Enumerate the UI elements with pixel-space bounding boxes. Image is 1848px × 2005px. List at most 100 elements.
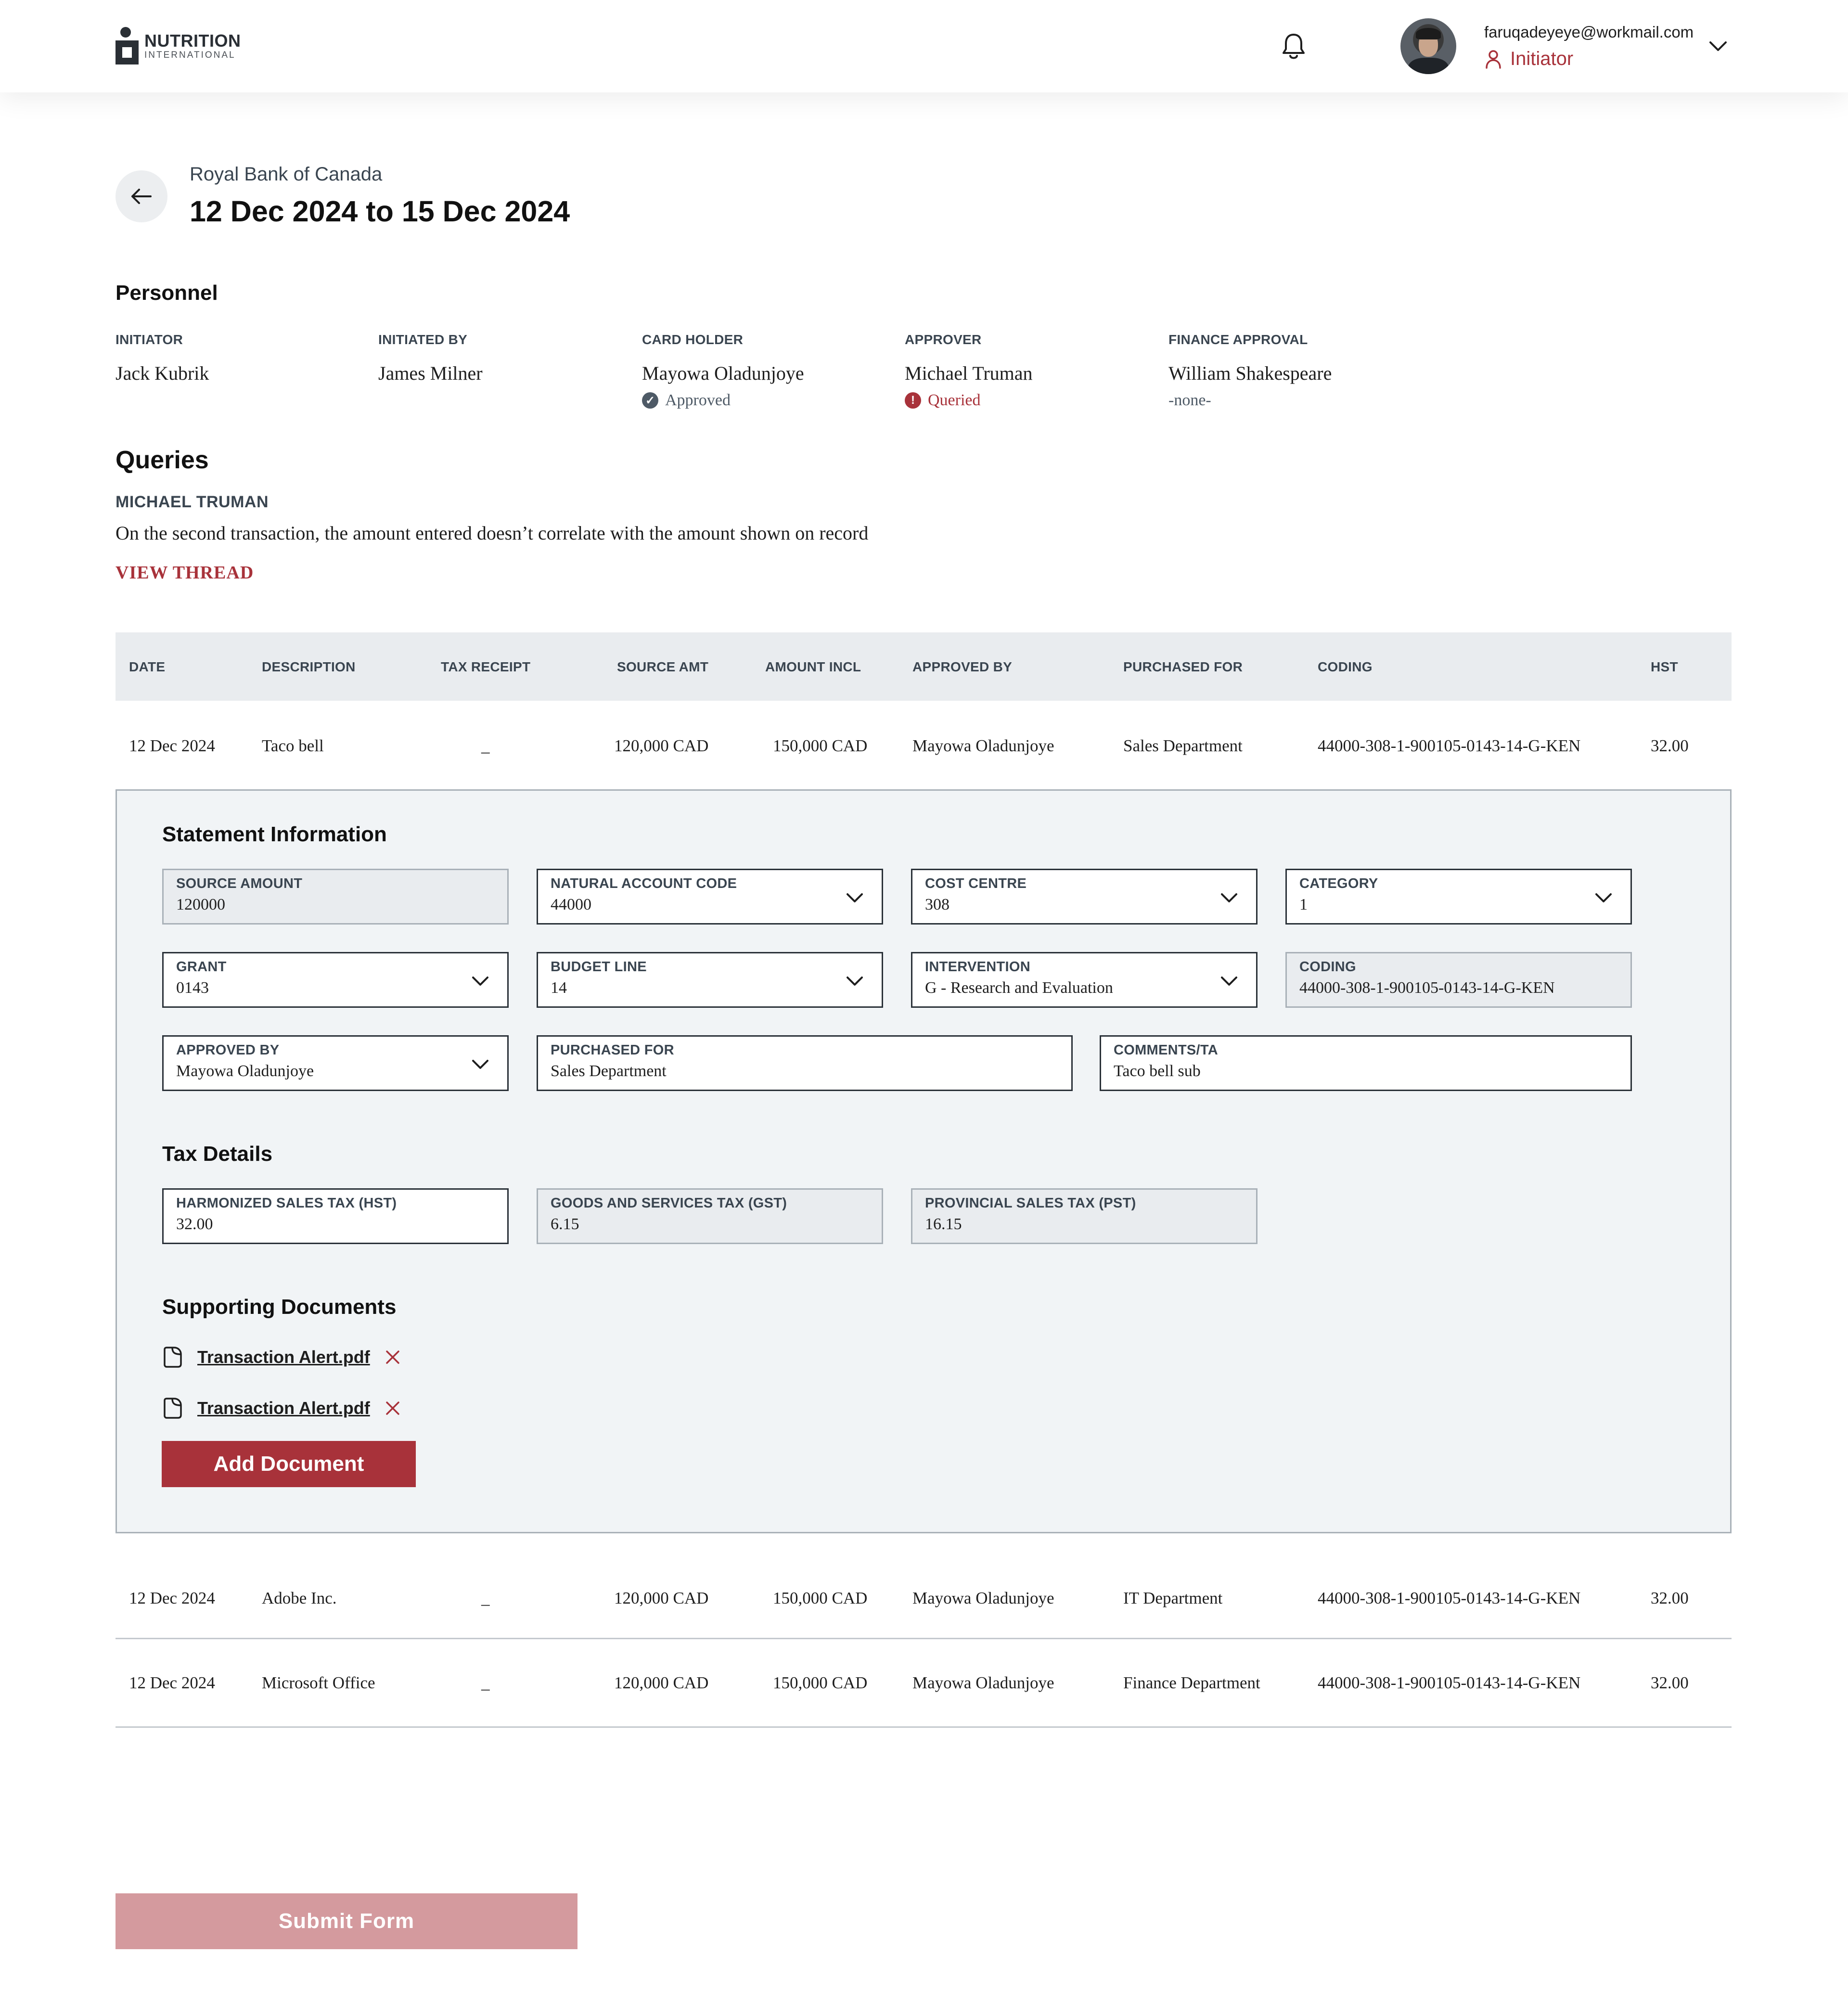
add-document-button[interactable]: Add Document [162,1441,416,1487]
user-avatar[interactable] [1400,18,1456,74]
table-row[interactable]: 12 Dec 2024 Taco bell _ 120,000 CAD 150,… [116,707,1732,784]
cell-hst: 32.00 [1651,1588,1689,1607]
col-date[interactable]: DATE [129,659,165,675]
col-description[interactable]: DESCRIPTION [262,659,356,675]
cell-description: Adobe Inc. [262,1588,337,1607]
cell-coding: 44000-308-1-900105-0143-14-G-KEN [1318,1673,1581,1692]
intervention-label: INTERVENTION [925,959,1030,975]
logo-title: NUTRITION [144,30,241,51]
table-row[interactable]: 12 Dec 2024 Microsoft Office _ 120,000 C… [116,1639,1732,1728]
approved-by-label: APPROVED BY [176,1042,280,1058]
cell-approved-by: Mayowa Oladunjoye [912,736,1054,755]
source-amount-field: SOURCE AMOUNT 120000 [162,869,509,925]
cost-centre-select[interactable]: COST CENTRE 308 [911,869,1258,925]
back-button[interactable] [116,170,167,222]
approved-by-select[interactable]: APPROVED BY Mayowa Oladunjoye [162,1035,509,1091]
gst-value: 6.15 [551,1215,579,1233]
approved-by-value: Mayowa Oladunjoye [176,1062,314,1080]
cell-purchased-for: IT Department [1123,1588,1223,1607]
hst-input[interactable]: HARMONIZED SALES TAX (HST) 32.00 [162,1188,509,1244]
category-label: CATEGORY [1299,876,1378,891]
chevron-down-icon [1221,893,1237,902]
approver-status-text: Queried [928,391,981,409]
natural-account-code-select[interactable]: NATURAL ACCOUNT CODE 44000 [537,869,883,925]
cell-coding: 44000-308-1-900105-0143-14-G-KEN [1318,736,1581,755]
check-circle-icon: ✓ [642,392,658,409]
budget-line-select[interactable]: BUDGET LINE 14 [537,952,883,1008]
coding-label: CODING [1299,959,1356,975]
cell-source-amt: 120,000 CAD [614,736,709,755]
hst-value: 32.00 [176,1215,213,1233]
purchased-for-label: PURCHASED FOR [551,1042,674,1058]
chevron-down-icon [472,977,488,986]
transactions-table-header: DATE DESCRIPTION TAX RECEIPT SOURCE AMT … [116,632,1732,701]
col-tax-receipt[interactable]: TAX RECEIPT [441,659,530,675]
document-link[interactable]: Transaction Alert.pdf [197,1398,370,1418]
col-source-amt[interactable]: SOURCE AMT [617,659,708,675]
col-approved-by[interactable]: APPROVED BY [912,659,1012,675]
cell-source-amt: 120,000 CAD [614,1588,709,1607]
page-title: 12 Dec 2024 to 15 Dec 2024 [190,195,570,228]
chevron-down-icon [847,977,863,986]
person-icon [1486,50,1501,69]
grant-value: 0143 [176,979,209,997]
grant-label: GRANT [176,959,227,975]
chevron-down-icon[interactable] [1707,37,1729,56]
pst-value: 16.15 [925,1215,962,1233]
cell-amount-incl: 150,000 CAD [773,1588,868,1607]
coding-value: 44000-308-1-900105-0143-14-G-KEN [1299,979,1555,997]
col-purchased-for[interactable]: PURCHASED FOR [1123,659,1243,675]
cell-date: 12 Dec 2024 [129,1588,215,1607]
grant-select[interactable]: GRANT 0143 [162,952,509,1008]
top-bar: NUTRITION INTERNATIONAL faruqadeyeye@wor… [0,0,1848,92]
natural-account-code-value: 44000 [551,896,591,913]
chevron-down-icon [472,1060,488,1069]
budget-line-label: BUDGET LINE [551,959,647,975]
cell-purchased-for: Finance Department [1123,1673,1260,1692]
nutrition-international-logo[interactable]: NUTRITION INTERNATIONAL [116,24,241,67]
comments-value: Taco bell sub [1114,1062,1201,1080]
remove-document-icon[interactable] [385,1349,401,1365]
document-item: Transaction Alert.pdf [162,1346,401,1369]
cell-amount-incl: 150,000 CAD [773,1673,868,1692]
initiated-by-name: James Milner [378,362,483,384]
approver-label: APPROVER [905,332,982,347]
intervention-select[interactable]: INTERVENTION G - Research and Evaluation [911,952,1258,1008]
tax-details-heading: Tax Details [162,1142,273,1166]
natural-account-code-label: NATURAL ACCOUNT CODE [551,876,737,891]
card-holder-status-text: Approved [665,391,731,409]
chevron-down-icon [1595,893,1612,902]
remove-document-icon[interactable] [385,1400,401,1416]
col-hst[interactable]: HST [1651,659,1678,675]
pst-field: PROVINCIAL SALES TAX (PST) 16.15 [911,1188,1258,1244]
card-holder-status: ✓ Approved [642,391,804,410]
table-row[interactable]: 12 Dec 2024 Adobe Inc. _ 120,000 CAD 150… [116,1558,1732,1639]
arrow-left-icon [131,189,152,204]
hst-label: HARMONIZED SALES TAX (HST) [176,1195,397,1211]
personnel-approver: APPROVER Michael Truman ! Queried [905,332,1033,410]
user-role-label: Initiator [1510,48,1574,69]
category-select[interactable]: CATEGORY 1 [1285,869,1632,925]
purchased-for-input[interactable]: PURCHASED FOR Sales Department [537,1035,1073,1091]
category-value: 1 [1299,896,1308,913]
chevron-down-icon [1221,977,1237,986]
queries-heading: Queries [116,446,209,474]
view-thread-link[interactable]: VIEW THREAD [116,562,254,583]
document-link[interactable]: Transaction Alert.pdf [197,1347,370,1367]
statement-detail-panel: Statement Information SOURCE AMOUNT 1200… [116,789,1732,1533]
personnel-card-holder: CARD HOLDER Mayowa Oladunjoye ✓ Approved [642,332,804,410]
bank-name: Royal Bank of Canada [190,164,383,185]
supporting-documents-heading: Supporting Documents [162,1295,397,1319]
logo-mark-icon [116,27,141,64]
finance-approval-label: FINANCE APPROVAL [1168,332,1308,347]
cell-description: Microsoft Office [262,1673,375,1692]
submit-form-button[interactable]: Submit Form [116,1893,578,1949]
col-amount-incl[interactable]: AMOUNT INCL [765,659,861,675]
intervention-value: G - Research and Evaluation [925,979,1113,997]
col-coding[interactable]: CODING [1318,659,1373,675]
notification-bell-icon[interactable] [1280,32,1307,61]
cost-centre-label: COST CENTRE [925,876,1027,891]
cell-approved-by: Mayowa Oladunjoye [912,1673,1054,1692]
comments-input[interactable]: COMMENTS/TA Taco bell sub [1100,1035,1632,1091]
approver-status: ! Queried [905,391,1033,410]
